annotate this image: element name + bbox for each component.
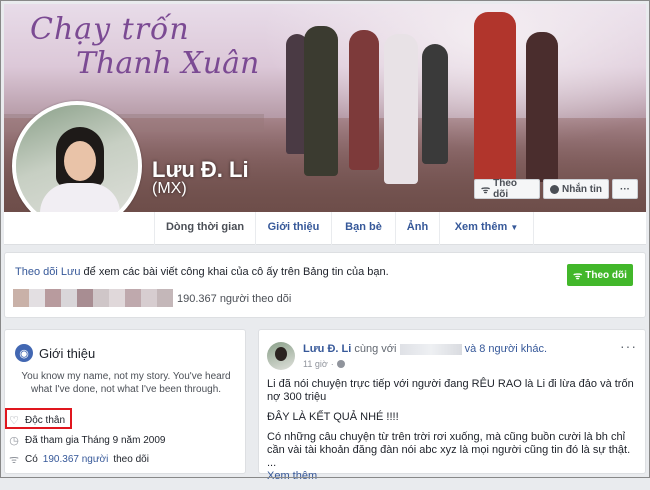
post-meta: 11 giờ · [303,359,345,369]
post-paragraph: ĐÂY LÀ KẾT QUẢ NHÉ !!!! [267,411,399,423]
post-author-avatar[interactable] [267,342,295,370]
tab-timeline-label: Dòng thời gian [165,221,245,233]
blurred-tagged-name [399,343,462,355]
tab-friends[interactable]: Bạn bè [332,212,396,245]
cover-person [384,34,418,184]
cover-person [526,32,558,182]
intro-bio: You know my name, not my story. You've h… [21,371,231,395]
post-paragraph: Li đã nói chuyện trực tiếp với người đan… [267,378,634,403]
tab-more-label: Xem thêm [454,221,508,233]
follow-prompt: Theo dõi Lưu để xem các bài viết công kh… [4,252,646,318]
profile-tabs: Dòng thời gian Giới thiệu Bạn bè Ảnh Xem… [4,212,646,245]
post-with-text: cùng với [354,343,397,355]
cover-person [422,44,448,164]
see-more-link[interactable]: Xem thêm [267,470,317,482]
post-header: Lưu Đ. Li cùng với và 8 người khác. [303,343,547,355]
globe-icon: ◉ [15,344,33,362]
tab-photos-label: Ảnh [406,221,429,233]
intro-title: Giới thiệu [39,345,96,361]
joined-date: Đã tham gia Tháng 9 năm 2009 [25,435,166,446]
cover-follow-label: Theo dõi [493,178,518,200]
cover-title-line2: Thanh Xuân [76,46,260,81]
cover-person [474,12,516,182]
followers-suffix: theo dõi [113,454,149,465]
more-icon: ··· [620,183,630,195]
follower-avatars-blurred [13,289,173,307]
messenger-icon [550,184,559,194]
highlight-box [5,408,72,429]
follow-button-label: Theo dõi [585,269,627,281]
tab-more[interactable]: Xem thêm ▼ [440,212,534,245]
post-tagged-others[interactable]: và 8 người khác. [465,343,547,355]
post-author[interactable]: Lưu Đ. Li [303,343,351,355]
follow-prompt-text: Theo dõi Lưu để xem các bài viết công kh… [15,266,389,278]
caret-down-icon: ▼ [510,223,519,232]
tab-about[interactable]: Giới thiệu [256,212,332,245]
post-options-button[interactable]: ··· [620,338,637,354]
post-paragraph-text: Có những câu chuyện từ trên trời rơi xuố… [267,431,631,469]
tab-photos[interactable]: Ảnh [396,212,440,245]
clock-icon: ◷ [9,435,19,447]
cover-follow-button[interactable]: ᯤ Theo dõi [474,178,540,200]
cover-message-button[interactable]: Nhắn tin [543,179,609,199]
tab-timeline[interactable]: Dòng thời gian [154,212,256,245]
follow-prompt-desc: để xem các bài viết công khai của cô ấy … [80,266,389,278]
cover-person [349,30,379,170]
avatar-face [64,141,96,181]
post-paragraph: Có những câu chuyện từ trên trời rơi xuố… [267,431,639,483]
rss-icon: ᯤ [8,454,20,466]
intro-header: ◉ Giới thiệu [15,344,95,362]
followers-count-link[interactable]: 190.367 người [43,454,109,465]
follow-button[interactable]: ᯤ Theo dõi [567,264,633,286]
rss-icon: ᯤ [481,185,491,196]
follower-count: 190.367 người theo dõi [177,293,292,305]
public-globe-icon [336,360,345,368]
followers-prefix: Có [25,454,38,465]
post-body: Li đã nói chuyện trực tiếp với người đan… [267,378,639,490]
follow-prompt-link[interactable]: Theo dõi Lưu [15,266,80,278]
tab-about-label: Giới thiệu [267,221,320,233]
cover-message-label: Nhắn tin [562,183,602,195]
intro-followers: ᯤ Có 190.367 người theo dõi [8,452,149,467]
dot-separator: · [330,359,334,369]
tab-friends-label: Bạn bè [345,221,382,233]
rss-icon: ᯤ [573,271,583,282]
post-time[interactable]: 11 giờ [303,359,328,369]
cover-title-line1: Chạy trốn [30,12,190,47]
cover-more-button[interactable]: ··· [612,179,638,199]
post-card: Lưu Đ. Li cùng với và 8 người khác. 11 g… [258,329,646,482]
profile-nickname: (MX) [152,180,187,197]
cover-person [304,26,338,176]
intro-joined: ◷ Đã tham gia Tháng 9 năm 2009 [8,434,165,447]
